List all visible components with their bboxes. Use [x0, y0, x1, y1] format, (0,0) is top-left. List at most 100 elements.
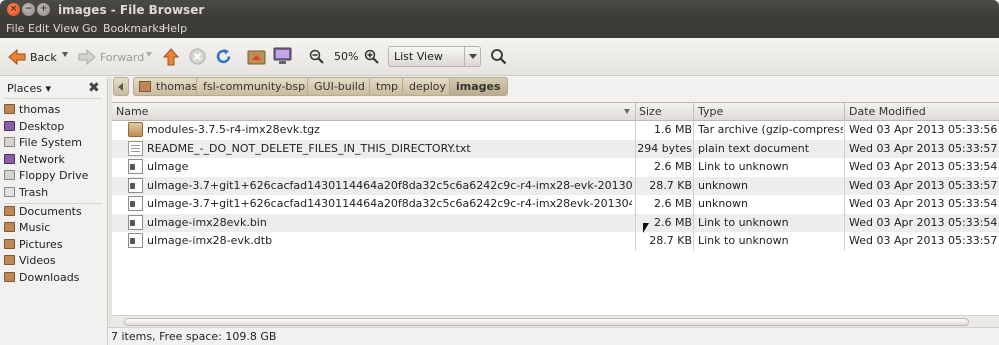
chevron-down-icon[interactable] — [464, 47, 480, 66]
place-pictures[interactable]: Pictures — [4, 236, 63, 252]
search-icon[interactable] — [490, 48, 507, 65]
breadcrumb-deploy[interactable]: deploy — [402, 77, 454, 96]
back-button[interactable]: Back — [8, 47, 57, 67]
menu-edit[interactable]: Edit — [28, 22, 49, 35]
table-row[interactable]: uImage-3.7+git1+626cacfad1430114464a20f8… — [112, 195, 999, 213]
places-header[interactable]: Places ▾ — [7, 82, 51, 95]
binary-file-icon — [128, 214, 143, 230]
column-date-header[interactable]: Date Modified — [849, 105, 926, 118]
toolbar: Back Forward 50% — [0, 38, 999, 76]
file-type: unknown — [698, 197, 748, 210]
breadcrumb-thomas[interactable]: thomas — [133, 77, 205, 96]
file-size: 2.6 MB — [653, 197, 692, 210]
zoom-out-icon[interactable] — [309, 49, 324, 64]
maximize-window-button[interactable]: + — [37, 3, 50, 16]
computer-icon[interactable] — [273, 47, 292, 65]
place-trash[interactable]: Trash — [4, 184, 48, 200]
zoom-in-icon[interactable] — [364, 49, 379, 64]
file-type: plain text document — [698, 141, 810, 155]
column-divider — [844, 121, 845, 251]
horizontal-scrollbar[interactable] — [112, 315, 999, 327]
file-name: uImage — [147, 160, 189, 173]
file-date: Wed 03 Apr 2013 05:33:57 AM C — [849, 234, 999, 247]
column-type-header[interactable]: Type — [698, 105, 723, 118]
breadcrumb-tmp[interactable]: tmp — [369, 77, 406, 96]
folder-icon — [4, 222, 15, 232]
menu-file[interactable]: File — [6, 22, 24, 35]
archive-icon — [128, 122, 143, 137]
sort-descending-icon — [624, 109, 630, 114]
breadcrumb-images[interactable]: images — [449, 77, 508, 96]
home-icon — [139, 81, 151, 92]
menu-bar: File Edit View Go Bookmarks Help — [0, 20, 999, 38]
table-row[interactable]: uImage-3.7+git1+626cacfad1430114464a20f8… — [112, 176, 999, 195]
forward-history-dropdown[interactable] — [146, 52, 152, 57]
table-row[interactable]: modules-3.7.5-r4-imx28evk.tgz 1.6 MB Tar a… — [112, 121, 999, 139]
file-size: 294 bytes — [637, 141, 692, 155]
menu-bookmarks[interactable]: Bookmarks — [103, 22, 164, 35]
folder-icon — [4, 206, 15, 216]
column-size-header[interactable]: Size — [639, 105, 662, 118]
scrollbar-thumb[interactable] — [124, 318, 969, 326]
place-network[interactable]: Network — [4, 151, 65, 167]
drive-icon — [4, 137, 15, 147]
file-size: 28.7 KB — [649, 234, 692, 247]
place-downloads[interactable]: Downloads — [4, 269, 79, 285]
close-window-button[interactable]: × — [7, 3, 20, 16]
place-floppy-drive[interactable]: Floppy Drive — [4, 167, 88, 183]
place-videos[interactable]: Videos — [4, 252, 56, 268]
breadcrumb-fsl-community-bsp[interactable]: fsl-community-bsp — [196, 77, 313, 96]
file-type: Link to unknown — [698, 215, 789, 229]
binary-file-icon — [128, 233, 143, 248]
folder-icon — [4, 255, 15, 265]
table-row[interactable]: uImage-imx28-evk.dtb 28.7 KB Link to unkno… — [112, 232, 999, 250]
minimize-window-button[interactable]: − — [22, 3, 35, 16]
file-type: Link to unknown — [698, 160, 789, 173]
forward-label: Forward — [100, 50, 145, 64]
breadcrumb-gui-build[interactable]: GUI-build — [307, 77, 372, 96]
table-row[interactable]: uImage-imx28evk.bin 2.6 MB Link to unknown… — [112, 213, 999, 232]
place-file-system[interactable]: File System — [4, 134, 82, 150]
menu-go[interactable]: Go — [82, 22, 97, 35]
window-title: images - File Browser — [58, 3, 205, 17]
reload-icon[interactable] — [215, 48, 232, 65]
file-list: Name Size Type Date Modified modules-3.7… — [112, 102, 999, 327]
column-divider — [693, 121, 694, 251]
place-thomas[interactable]: thomas — [4, 101, 60, 117]
file-date: Wed 03 Apr 2013 05:33:54 AM C — [849, 215, 999, 229]
close-sidebar-icon[interactable]: ✖ — [88, 80, 100, 96]
column-name-header[interactable]: Name — [116, 105, 148, 118]
file-browser-window: × − + images - File Browser File Edit Vi… — [0, 0, 999, 345]
home-folder-icon[interactable] — [247, 48, 266, 65]
stop-icon[interactable] — [189, 48, 206, 65]
binary-file-icon — [128, 159, 143, 174]
table-row[interactable]: README_-_DO_NOT_DELETE_FILES_IN_THIS_DIR… — [112, 139, 999, 158]
places-sidebar: Places ▾ ✖ thomas Desktop File System Ne… — [0, 77, 107, 345]
place-documents[interactable]: Documents — [4, 203, 82, 219]
file-date: Wed 03 Apr 2013 05:33:57 AM C — [849, 178, 999, 192]
forward-button[interactable]: Forward — [78, 47, 144, 67]
trash-icon — [4, 187, 15, 197]
title-bar[interactable]: × − + images - File Browser — [0, 0, 999, 20]
file-type: unknown — [698, 178, 748, 192]
folder-icon — [4, 272, 15, 282]
status-text: 7 items, Free space: 109.8 GB — [111, 330, 277, 343]
back-history-dropdown[interactable] — [62, 52, 68, 57]
file-name: uImage-3.7+git1+626cacfad1430114464a20f8… — [147, 197, 632, 210]
floppy-icon — [4, 170, 15, 180]
breadcrumb-left-arrow[interactable] — [113, 77, 129, 96]
file-date: Wed 03 Apr 2013 05:33:57 AM C — [849, 141, 999, 155]
view-mode-value: List View — [394, 50, 443, 63]
up-arrow-icon[interactable] — [163, 48, 179, 66]
table-row[interactable]: uImage 2.6 MB Link to unknown Wed 03 Apr 20… — [112, 158, 999, 176]
forward-arrow-icon — [78, 49, 96, 65]
place-music[interactable]: Music — [4, 219, 50, 235]
back-arrow-icon — [8, 49, 26, 65]
file-date: Wed 03 Apr 2013 05:33:56 AM C — [849, 123, 999, 136]
place-desktop[interactable]: Desktop — [4, 118, 64, 134]
file-date: Wed 03 Apr 2013 05:33:54 AM C — [849, 197, 999, 210]
table-header: Name Size Type Date Modified — [112, 103, 999, 121]
menu-view[interactable]: View — [53, 22, 79, 35]
view-mode-select[interactable]: List View — [388, 46, 481, 67]
menu-help[interactable]: Help — [162, 22, 187, 35]
